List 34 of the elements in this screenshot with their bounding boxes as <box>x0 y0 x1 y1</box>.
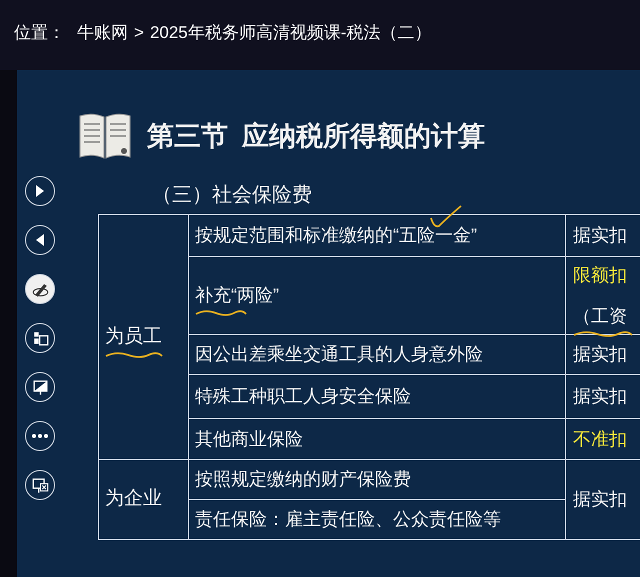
insurance-item: 按照规定缴纳的财产保险费 <box>195 468 411 491</box>
exit-button[interactable] <box>25 470 55 500</box>
insurance-item: 因公出差乘坐交通工具的人身意外险 <box>195 343 483 366</box>
breadcrumb-link[interactable]: 2025年税务师高清视频课-税法（二） <box>150 20 432 46</box>
insurance-item: 特殊工种职工人身安全保险 <box>195 385 411 408</box>
more-button[interactable] <box>25 421 55 451</box>
insurance-item: 补充“两险” <box>195 282 279 309</box>
location-label: 位置： <box>14 22 65 44</box>
group-label: 为企业 <box>105 487 162 512</box>
next-slide-button[interactable] <box>25 176 55 206</box>
pen-button[interactable] <box>25 274 55 304</box>
section-number: 第三节 <box>147 120 228 153</box>
result-text: 据实扣 <box>573 224 627 247</box>
previous-icon <box>36 234 44 246</box>
result-text: （工资 <box>573 302 627 330</box>
result-text: 限额扣 <box>573 264 627 286</box>
breadcrumb-link[interactable]: 牛账网 <box>77 20 128 46</box>
pointer-button[interactable] <box>25 372 55 402</box>
result-text: 据实扣 <box>573 343 627 366</box>
insurance-item: 其他商业保险 <box>195 428 303 450</box>
more-icon <box>32 434 48 438</box>
previous-slide-button[interactable] <box>25 225 55 255</box>
slides-button[interactable] <box>25 323 55 353</box>
result-text: 据实扣 <box>573 385 627 408</box>
slide-subtitle: （三）社会保险费 <box>152 183 312 208</box>
book-icon <box>77 112 133 160</box>
insurance-item: 按规定范围和标准缴纳的“五险一金” <box>195 222 477 249</box>
insurance-item: 责任保险：雇主责任险、公众责任险等 <box>195 508 501 531</box>
result-text: 据实扣 <box>573 488 627 511</box>
result-text: 不准扣 <box>573 428 627 450</box>
next-icon <box>36 185 44 197</box>
group-label: 为员工 <box>105 322 162 352</box>
breadcrumb-separator: > <box>134 22 144 44</box>
slide-title: 应纳税所得额的计算 <box>242 120 485 153</box>
